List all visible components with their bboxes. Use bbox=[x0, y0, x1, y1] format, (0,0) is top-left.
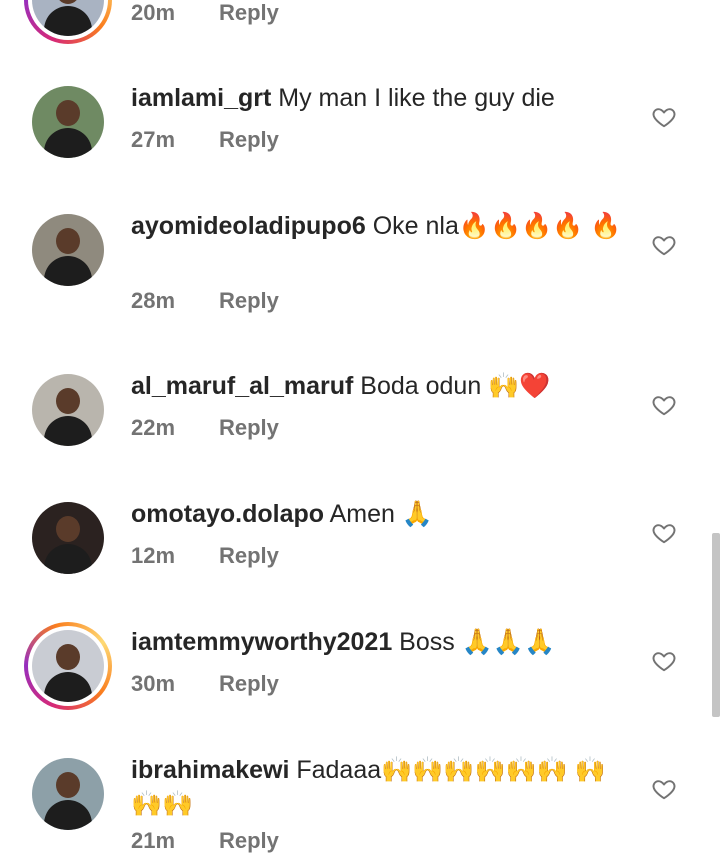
heart-outline-icon[interactable] bbox=[651, 392, 677, 418]
heart-outline-icon[interactable] bbox=[651, 520, 677, 546]
reply-button[interactable]: Reply bbox=[219, 127, 279, 153]
comment-timestamp: 28m bbox=[131, 288, 176, 313]
comment-body: Oke nla🔥🔥🔥🔥 🔥 bbox=[365, 212, 622, 240]
comment-username[interactable]: iamtemmyworthy2021 bbox=[131, 628, 392, 656]
heart-outline-icon[interactable] bbox=[651, 648, 677, 674]
comment-body: Boss 🙏🙏🙏 bbox=[392, 628, 556, 656]
comment-username[interactable]: iamlami_grt bbox=[131, 84, 271, 112]
comment-meta: 27m Reply bbox=[131, 127, 279, 153]
comment-username[interactable]: ayomideoladipupo6 bbox=[131, 212, 366, 240]
comment-text: iamlami_grt My man I like the guy die bbox=[131, 81, 631, 115]
avatar[interactable] bbox=[32, 374, 104, 446]
comment-meta: 22m Reply bbox=[131, 415, 279, 441]
heart-outline-icon[interactable] bbox=[651, 232, 677, 258]
avatar[interactable] bbox=[32, 758, 104, 830]
comment-meta: 28m Reply bbox=[131, 288, 279, 314]
comment-body: My man I like the guy die bbox=[271, 84, 555, 112]
reply-button[interactable]: Reply bbox=[219, 828, 279, 854]
avatar[interactable] bbox=[32, 502, 104, 574]
comment-username[interactable]: omotayo.dolapo bbox=[131, 500, 324, 528]
comment-text: al_maruf_al_maruf Boda odun 🙌❤️ bbox=[131, 369, 631, 403]
comment-timestamp: 12m bbox=[131, 543, 176, 568]
comment-username[interactable]: al_maruf_al_maruf bbox=[131, 372, 353, 400]
scrollbar[interactable] bbox=[712, 533, 720, 717]
story-ring-avatar[interactable] bbox=[24, 622, 112, 710]
reply-button[interactable]: Reply bbox=[219, 543, 279, 569]
avatar-image bbox=[32, 214, 104, 286]
avatar-image bbox=[32, 374, 104, 446]
comment-timestamp: 27m bbox=[131, 127, 176, 152]
comment-meta: 30m Reply bbox=[131, 671, 279, 697]
comment-body: Amen 🙏 bbox=[324, 500, 434, 528]
avatar-image bbox=[32, 630, 104, 702]
reply-button[interactable]: Reply bbox=[219, 671, 279, 697]
comment-timestamp: 21m bbox=[131, 828, 176, 853]
heart-outline-icon[interactable] bbox=[651, 776, 677, 802]
comment-text: omotayo.dolapo Amen 🙏 bbox=[131, 497, 631, 531]
comment-meta: 21m Reply bbox=[131, 828, 279, 854]
avatar[interactable] bbox=[32, 214, 104, 286]
comment-timestamp: 30m bbox=[131, 671, 176, 696]
comment-timestamp: 20m bbox=[131, 0, 176, 25]
reply-button[interactable]: Reply bbox=[219, 288, 279, 314]
reply-button[interactable]: Reply bbox=[219, 0, 279, 26]
reply-button[interactable]: Reply bbox=[219, 415, 279, 441]
avatar-image bbox=[32, 86, 104, 158]
comment-timestamp: 22m bbox=[131, 415, 176, 440]
comment-body: Boda odun 🙌❤️ bbox=[353, 372, 551, 400]
comment-text: ibrahimakewi Fadaaa🙌🙌🙌🙌🙌🙌 🙌🙌🙌 bbox=[131, 753, 631, 821]
heart-outline-icon[interactable] bbox=[651, 104, 677, 130]
comment-text: iamtemmyworthy2021 Boss 🙏🙏🙏 bbox=[131, 625, 631, 659]
avatar[interactable] bbox=[32, 86, 104, 158]
story-ring-avatar[interactable] bbox=[24, 0, 112, 44]
comment-text: ayomideoladipupo6 Oke nla🔥🔥🔥🔥 🔥 bbox=[131, 209, 631, 243]
avatar-image bbox=[32, 502, 104, 574]
avatar-image bbox=[32, 758, 104, 830]
avatar-image bbox=[32, 0, 104, 36]
comment-meta: 20m Reply bbox=[131, 0, 279, 26]
comment-username[interactable]: ibrahimakewi bbox=[131, 756, 289, 784]
comment-meta: 12m Reply bbox=[131, 543, 279, 569]
